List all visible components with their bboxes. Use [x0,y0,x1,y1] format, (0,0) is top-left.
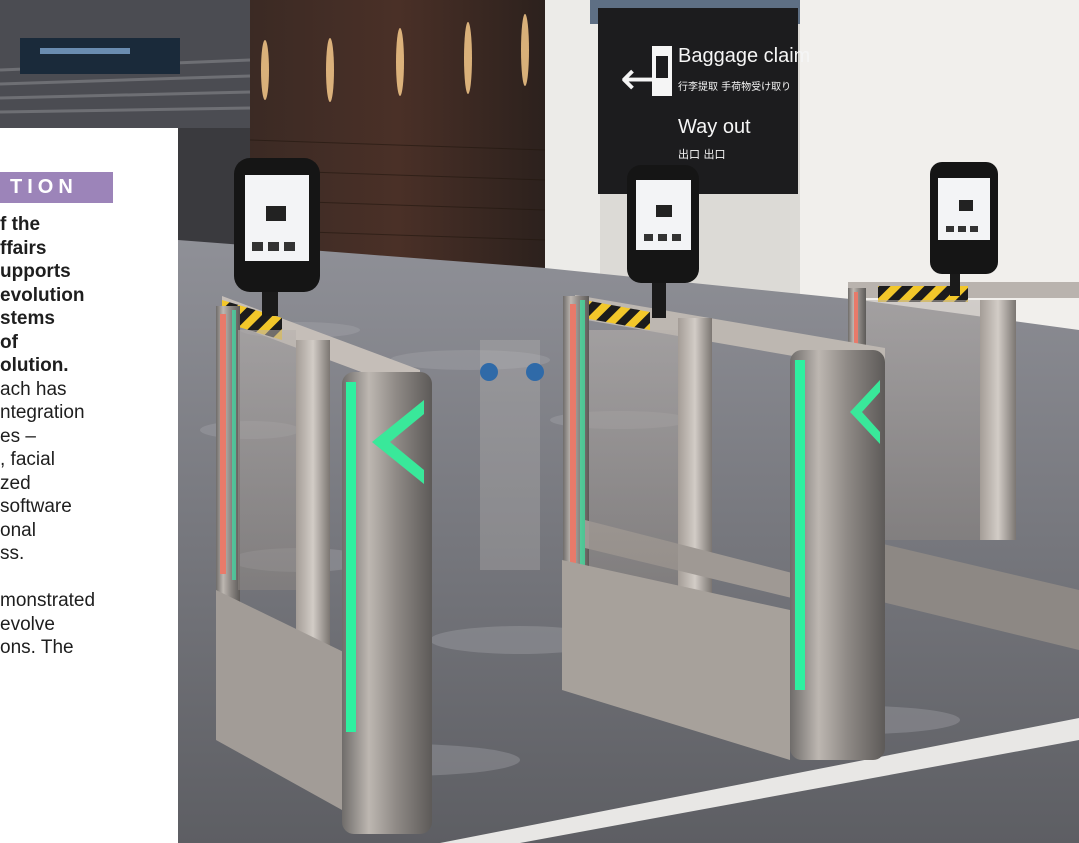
article-line: evolution [0,284,85,306]
article-paragraph: ach has ntegration es –, facial zed softwar… [0,378,178,566]
article-line: es – [0,425,36,447]
article-line: monstrated [0,590,96,611]
sign-title: Baggage claim [678,45,810,67]
article-line: f the [0,214,41,235]
sign-subtitle: Way out [678,116,751,138]
section-tag: TION [0,172,113,203]
article-line: ss. [0,543,25,564]
article-line: software [0,496,72,517]
article-line: upports [0,261,71,282]
baggage-claim-sign: ← Baggage claim 行李提取 手荷物受け取り Way out 出口 … [598,8,810,194]
article-line: stems [0,308,55,329]
sign-title-jp: 行李提取 手荷物受け取り [678,80,791,93]
article-line: ffairs [0,237,47,259]
sign-subtitle-jp: 出口 出口 [678,147,726,161]
article-line: ach has [0,378,67,400]
article-line: , facial [0,449,55,470]
article-line: onal [0,519,36,541]
article-line: ons. The [0,637,74,658]
article-panel: TION f the ffairs upports evolution stems of… [0,128,178,843]
article-paragraph: monstrated evolve ons. The [0,589,178,660]
article-line: olution. [0,355,69,376]
article-body: f the ffairs upports evolution stems of oluti… [0,213,178,660]
article-line: of [0,331,18,353]
article-line: zed [0,472,31,494]
article-lead-paragraph: f the ffairs upports evolution stems of oluti… [0,213,178,378]
article-line: evolve [0,613,55,635]
article-line: ntegration [0,402,85,423]
